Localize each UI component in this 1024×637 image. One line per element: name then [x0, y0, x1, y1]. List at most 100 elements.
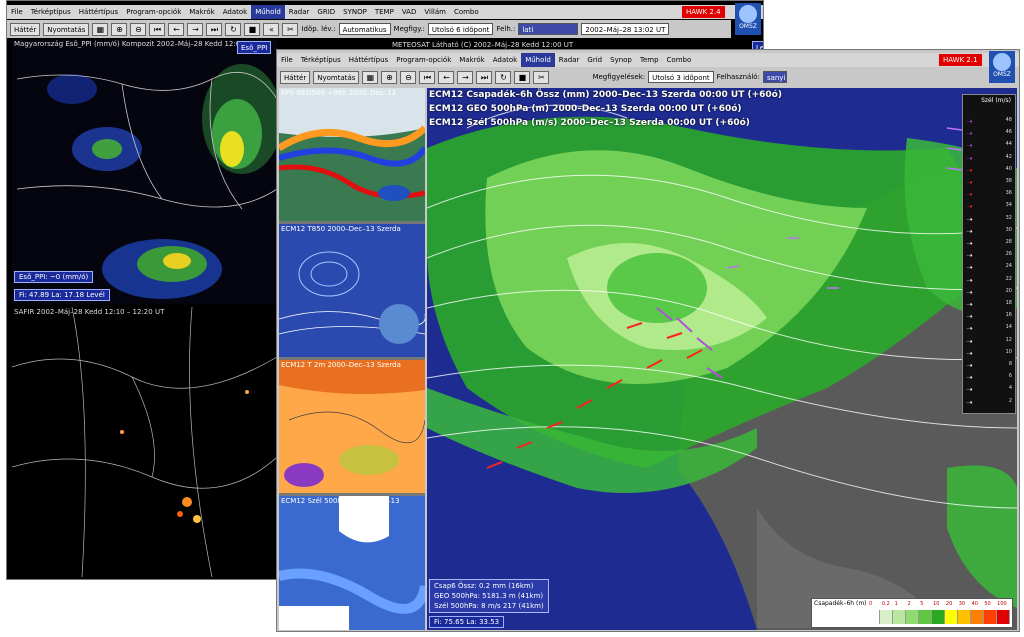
menu-data[interactable]: Adatok — [489, 53, 521, 67]
wind-arrow-icon: ➝ — [966, 336, 973, 346]
menu-radar[interactable]: Radar — [285, 5, 314, 19]
stop-icon[interactable]: ■ — [514, 70, 531, 84]
observations-select[interactable]: Utolsó 3 idõpont — [648, 71, 714, 83]
wind-arrow-icon: ➝ — [966, 275, 973, 285]
point-info-box: Csap6 Össz: 0.2 mm (16km) GEO 500hPa: 51… — [429, 579, 549, 613]
observations-select[interactable]: Utolsó 6 idõpont — [427, 23, 494, 35]
menu-background-type[interactable]: Háttértípus — [345, 53, 392, 67]
zoom-out-icon[interactable]: ⊖ — [130, 22, 147, 36]
next-frame-icon[interactable]: → — [457, 70, 474, 84]
menu-file[interactable]: File — [7, 5, 27, 19]
precip-tick-label: 100 — [997, 601, 1007, 607]
menu-lightning[interactable]: Villám — [420, 5, 450, 19]
zoom-in-icon[interactable]: ⊕ — [111, 22, 128, 36]
time-step-select[interactable]: Automatikus — [338, 23, 391, 35]
thumbnail-eps-geo[interactable]: EPS GEO500 +96h 2000–Dec–13 — [279, 88, 425, 221]
wind-scale-tick-label: 12 — [1005, 336, 1012, 343]
thumbnail-t850[interactable]: ECM12 T850 2000–Dec–13 Szerda — [279, 224, 425, 357]
menu-satellite[interactable]: Műhold — [251, 5, 285, 19]
menu-map-type[interactable]: Térképtípus — [297, 53, 345, 67]
meteosat-header: METEOSAT Látható (C) 2002–Máj–28 Kedd 12… — [392, 41, 574, 49]
wind-scale-tick: ➝ 14 — [966, 324, 1012, 333]
user-field[interactable]: lati — [518, 23, 579, 35]
precip-color-swatch — [984, 610, 997, 624]
prev-frame-icon[interactable]: ← — [438, 70, 455, 84]
main-map-panel[interactable]: ECM12 Csapadék–6h Össz (mm) 2000–Dec–13 … — [427, 88, 1017, 630]
cut-icon[interactable]: ✂ — [533, 70, 550, 84]
thumbnail-t2m[interactable]: ECM12 T 2m 2000–Dec–13 Szerda — [279, 360, 425, 493]
background-button[interactable]: Háttér — [280, 70, 311, 84]
wind-scale-tick-label: 48 — [1005, 117, 1012, 123]
wind-arrow-icon: ➝ — [966, 165, 973, 175]
loop-icon[interactable]: ↻ — [495, 70, 512, 84]
wind-arrow-icon: ➝ — [966, 129, 973, 139]
user-field[interactable]: sanyi — [762, 71, 787, 83]
precip-color-swatch — [971, 610, 984, 624]
radar-panel[interactable]: Magyarország Esõ_PPI (mm/ó) Kompozit 200… — [12, 39, 277, 304]
menu-grid[interactable]: GRID — [313, 5, 339, 19]
loop-icon[interactable]: ↻ — [225, 22, 242, 36]
wind-scale-tick: ➝ 24 — [966, 263, 1012, 272]
cut-icon[interactable]: ✂ — [282, 22, 299, 36]
menu-satellite[interactable]: Műhold — [521, 53, 555, 67]
precip-color-swatch — [958, 610, 971, 624]
menu-program-options[interactable]: Program-opciók — [392, 53, 455, 67]
last-frame-icon[interactable]: ⏭ — [476, 70, 493, 84]
first-frame-icon[interactable]: ⏮ — [419, 70, 436, 84]
menu-combo[interactable]: Combo — [663, 53, 696, 67]
menu-data[interactable]: Adatok — [219, 5, 251, 19]
rewind-icon[interactable]: « — [263, 22, 280, 36]
background-button[interactable]: Háttér — [10, 22, 41, 36]
prev-frame-icon[interactable]: ← — [168, 22, 185, 36]
menu-temp[interactable]: Temp — [636, 53, 663, 67]
menu-synop[interactable]: SYNOP — [339, 5, 371, 19]
wind-arrow-icon: ➝ — [966, 141, 973, 151]
menu-synop[interactable]: Synop — [606, 53, 636, 67]
zoom-out-icon[interactable]: ⊖ — [400, 70, 417, 84]
menu-map-type[interactable]: Térképtípus — [27, 5, 75, 19]
user-label: Felh.: — [496, 25, 516, 33]
wind-arrow-icon: ➝ — [966, 117, 973, 126]
stop-icon[interactable]: ■ — [244, 22, 261, 36]
wind-scale-tick: ➝ 32 — [966, 215, 1012, 224]
wind-scale-tick-label: 34 — [1005, 202, 1012, 209]
lightning-panel[interactable]: SAFIR 2002–Máj–28 Kedd 12:10 – 12:20 UT — [12, 307, 277, 577]
wind-scale-tick-label: 16 — [1005, 312, 1012, 319]
datetime-display: 2002–Máj–28 13:02 UT — [581, 23, 670, 35]
wind-scale-tick: ➝ 20 — [966, 288, 1012, 297]
radar-field-button[interactable]: Esõ_PPI — [237, 41, 272, 54]
menu-macros[interactable]: Makrók — [185, 5, 218, 19]
wind-arrow-icon: ➝ — [966, 202, 973, 212]
menu-vad[interactable]: VAD — [398, 5, 421, 19]
menu-macros[interactable]: Makrók — [455, 53, 488, 67]
menu-radar[interactable]: Radar — [555, 53, 584, 67]
first-frame-icon[interactable]: ⏮ — [149, 22, 166, 36]
menu-program-options[interactable]: Program-opciók — [122, 5, 185, 19]
time-step-label: Idõp. lév.: — [301, 25, 336, 33]
front-menubar: File Térképtípus Háttértípus Program-opc… — [277, 53, 1019, 67]
menu-background-type[interactable]: Háttértípus — [75, 5, 122, 19]
wind-scale-tick-label: 32 — [1005, 214, 1012, 221]
thumbnail-caption: EPS GEO500 +96h 2000–Dec–13 — [281, 89, 396, 97]
wind-scale-tick-label: 40 — [1005, 165, 1012, 172]
hawk-version-badge: HAWK 2.1 — [939, 54, 982, 66]
print-button[interactable]: Nyomtatás — [313, 70, 360, 84]
menu-grid[interactable]: Grid — [583, 53, 606, 67]
next-frame-icon[interactable]: → — [187, 22, 204, 36]
precip-color-swatch — [997, 610, 1010, 624]
grid-icon[interactable]: ▦ — [92, 22, 109, 36]
last-frame-icon[interactable]: ⏭ — [206, 22, 223, 36]
wind-scale-tick-label: 14 — [1005, 324, 1012, 331]
print-button[interactable]: Nyomtatás — [43, 22, 90, 36]
thumbnail-wind500[interactable]: ECM12 Szél 500hPa 2000–Dec–13 — [279, 496, 425, 630]
thumbnail-caption: ECM12 T 2m 2000–Dec–13 Szerda — [281, 361, 401, 369]
wind-arrow-icon: ➝ — [966, 226, 973, 236]
zoom-in-icon[interactable]: ⊕ — [381, 70, 398, 84]
precip-tick-label: 20 — [945, 601, 953, 607]
back-menubar: File Térképtípus Háttértípus Program-opc… — [7, 5, 763, 19]
menu-combo[interactable]: Combo — [450, 5, 483, 19]
precip-tick-label: 30 — [958, 601, 966, 607]
menu-temp[interactable]: TEMP — [371, 5, 398, 19]
grid-icon[interactable]: ▦ — [362, 70, 379, 84]
menu-file[interactable]: File — [277, 53, 297, 67]
